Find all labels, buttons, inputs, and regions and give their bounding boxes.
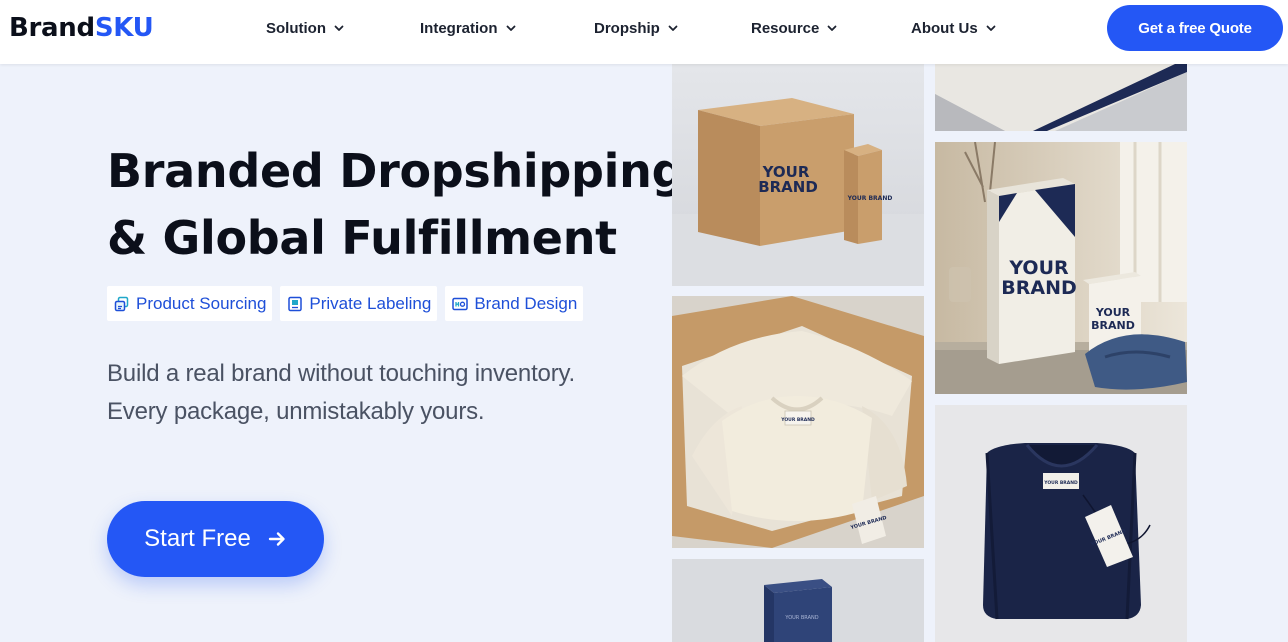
small-product-box-your: YOUR	[1095, 306, 1131, 319]
tshirt-box-image: YOUR BRAND YOUR BRAND	[672, 296, 924, 548]
nav-solution[interactable]: Solution	[266, 0, 344, 56]
site-header: BrandSKU Solution Integration Dropship R…	[0, 0, 1288, 64]
nav-resource[interactable]: Resource	[751, 0, 837, 56]
small-box-text: YOUR BRAND	[847, 195, 893, 202]
tag-product-sourcing: Product Sourcing	[107, 286, 273, 321]
hero-title: Branded Dropshipping & Global Fulfillmen…	[107, 138, 685, 272]
product-box-text-brand: BRAND	[1001, 277, 1077, 299]
tag-label: Private Labeling	[309, 293, 432, 313]
nav-dropship[interactable]: Dropship	[594, 0, 678, 56]
hero-subtitle-line-1: Build a real brand without touching inve…	[107, 360, 575, 387]
tag-label: Product Sourcing	[136, 293, 267, 313]
nav-label: Resource	[751, 19, 820, 37]
logo-brand-text: Brand	[9, 13, 95, 43]
arrow-right-icon	[268, 532, 285, 546]
chevron-down-icon	[827, 25, 837, 31]
hero-subtitle: Build a real brand without touching inve…	[107, 355, 575, 431]
get-quote-button[interactable]: Get a free Quote	[1107, 5, 1283, 51]
chevron-down-icon	[506, 25, 515, 31]
brandsku-logo[interactable]: BrandSKU	[9, 13, 154, 43]
chevron-down-icon	[668, 25, 678, 31]
navy-gift-box-image: YOUR BRAND	[672, 559, 924, 642]
hero-subtitle-line-2: Every package, unmistakably yours.	[107, 398, 485, 425]
nav-label: Solution	[266, 19, 326, 37]
tag-private-labeling: Private Labeling	[280, 286, 438, 321]
hero-title-line-1: Branded Dropshipping	[107, 144, 685, 198]
tag-brand-design: Brand Design	[445, 286, 584, 321]
product-box-text-your: YOUR	[1008, 257, 1069, 279]
tag-label: Brand Design	[474, 293, 578, 313]
shirt-label-text: YOUR BRAND	[780, 417, 815, 423]
small-product-box-brand: BRAND	[1091, 319, 1135, 332]
kraft-box-image: YOUR BRAND YOUR BRAND	[672, 64, 924, 286]
chevron-down-icon	[986, 25, 996, 31]
hero-title-line-2: & Global Fulfillment	[107, 211, 617, 265]
product-box-image: YOUR BRAND YOUR BRAND	[935, 142, 1187, 394]
logo-sku-text: SKU	[94, 13, 154, 43]
feature-tags: Product Sourcing Private Labeling Brand …	[107, 286, 584, 321]
design-icon	[452, 297, 469, 310]
box-text-brand: BRAND	[758, 178, 818, 196]
nav-about-us[interactable]: About Us	[911, 0, 996, 56]
nav-label: Integration	[420, 19, 498, 37]
start-free-button[interactable]: Start Free	[107, 501, 324, 577]
start-free-label: Start Free	[144, 525, 251, 552]
chevron-down-icon	[334, 25, 344, 31]
navy-box-lid-text: YOUR BRAND	[784, 615, 818, 621]
nav-label: Dropship	[594, 19, 660, 37]
nav-label: About Us	[911, 19, 978, 37]
label-icon	[288, 296, 303, 311]
sourcing-icon	[114, 296, 129, 311]
nav-integration[interactable]: Integration	[420, 0, 516, 56]
navy-sweatshirt-image: YOUR BRAND YOUR BRAND	[935, 405, 1187, 642]
sweatshirt-label-text: YOUR BRAND	[1043, 480, 1078, 486]
navy-box-image	[935, 64, 1187, 131]
